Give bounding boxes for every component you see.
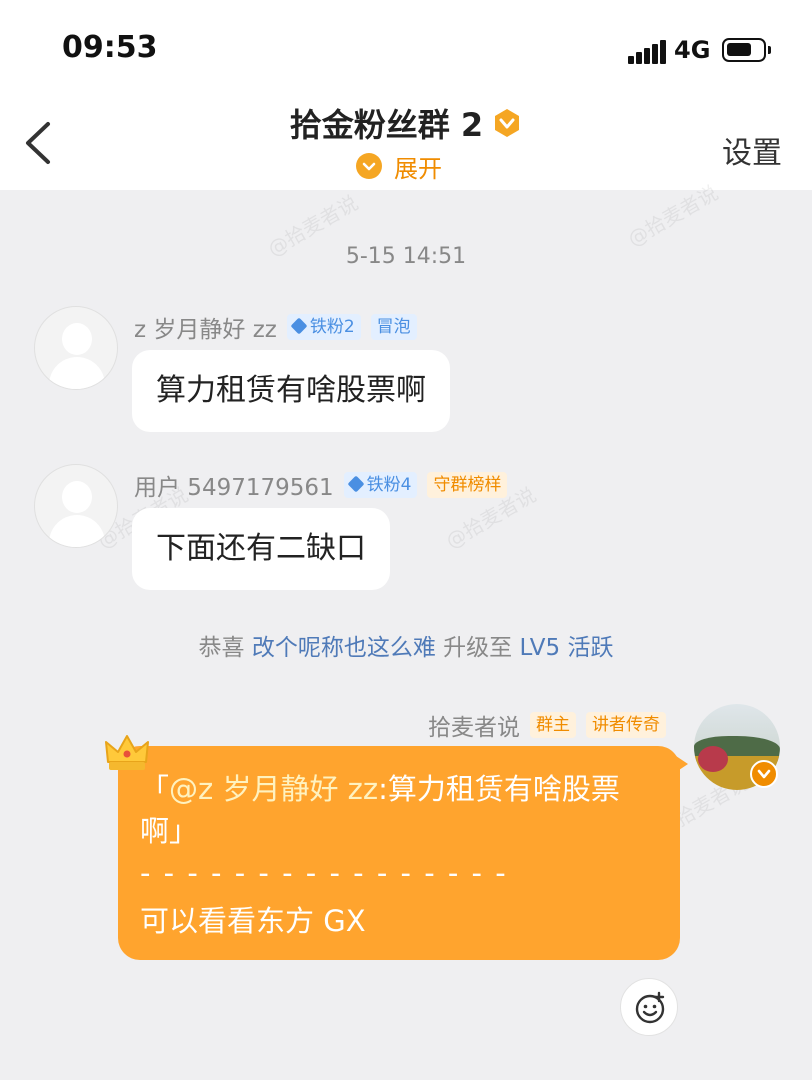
message-bubble[interactable]: 算力租赁有啥股票啊 xyxy=(132,350,450,432)
owner-badge: 群主 xyxy=(530,712,576,738)
sender-name[interactable]: z 岁月静好 zz xyxy=(134,310,277,344)
honor-badge: 守群榜样 xyxy=(427,472,508,498)
mention-link[interactable]: @z 岁月静好 zz xyxy=(169,772,378,806)
system-message: 恭喜 改个呢称也这么难 升级至 LV5 活跃 xyxy=(198,635,614,661)
fan-badge: 铁粉4 xyxy=(343,472,418,498)
reply-text: 可以看看东方 GX xyxy=(140,904,366,938)
activity-badge: 冒泡 xyxy=(370,314,417,340)
avatar[interactable] xyxy=(34,306,118,390)
crown-icon xyxy=(105,735,149,770)
message-sender: 拾麦者说 群主 讲者传奇 xyxy=(428,708,666,742)
settings-button[interactable]: 设置 xyxy=(722,128,782,172)
battery-icon xyxy=(722,38,771,62)
system-level: LV5 活跃 xyxy=(519,635,614,661)
verified-icon xyxy=(750,760,778,788)
expand-toggle[interactable]: 展开 xyxy=(356,148,442,184)
diamond-icon xyxy=(290,317,308,335)
chat-title-row: 拾金粉丝群 2 xyxy=(0,100,812,146)
quoted-message: 「@z 岁月静好 zz:算力租赁有啥股票啊」 xyxy=(140,772,620,848)
bubble-tail xyxy=(676,756,688,772)
message-timestamp: 5-15 14:51 xyxy=(345,244,467,269)
system-username[interactable]: 改个呢称也这么难 xyxy=(252,635,436,661)
speaker-badge: 讲者传奇 xyxy=(586,712,666,738)
expand-label: 展开 xyxy=(394,154,442,183)
avatar[interactable] xyxy=(34,464,118,548)
quote-divider: - - - - - - - - - - - - - - - - xyxy=(140,856,508,890)
verified-badge-icon xyxy=(495,109,520,137)
message-bubble[interactable]: 下面还有二缺口 xyxy=(132,508,390,590)
smiley-add-icon xyxy=(635,991,665,1024)
network-type: 4G xyxy=(674,36,711,64)
sender-name[interactable]: 用户 5497179561 xyxy=(134,468,334,502)
sender-name[interactable]: 拾麦者说 xyxy=(428,708,520,742)
status-time: 09:53 xyxy=(62,30,158,65)
fan-badge: 铁粉2 xyxy=(286,314,361,340)
page-title[interactable]: 拾金粉丝群 2 xyxy=(290,100,483,146)
own-message-bubble[interactable]: 「@z 岁月静好 zz:算力租赁有啥股票啊」 - - - - - - - - -… xyxy=(118,746,680,960)
emoji-react-button[interactable] xyxy=(620,978,678,1036)
message-sender: 用户 5497179561 铁粉4 守群榜样 xyxy=(134,468,508,502)
chevron-down-icon xyxy=(356,153,382,179)
message-sender: z 岁月静好 zz 铁粉2 冒泡 xyxy=(134,310,417,344)
top-bar: 09:53 4G 拾金粉丝群 2 展开 设置 xyxy=(0,0,812,190)
diamond-icon xyxy=(347,475,365,493)
signal-icon xyxy=(628,40,666,64)
